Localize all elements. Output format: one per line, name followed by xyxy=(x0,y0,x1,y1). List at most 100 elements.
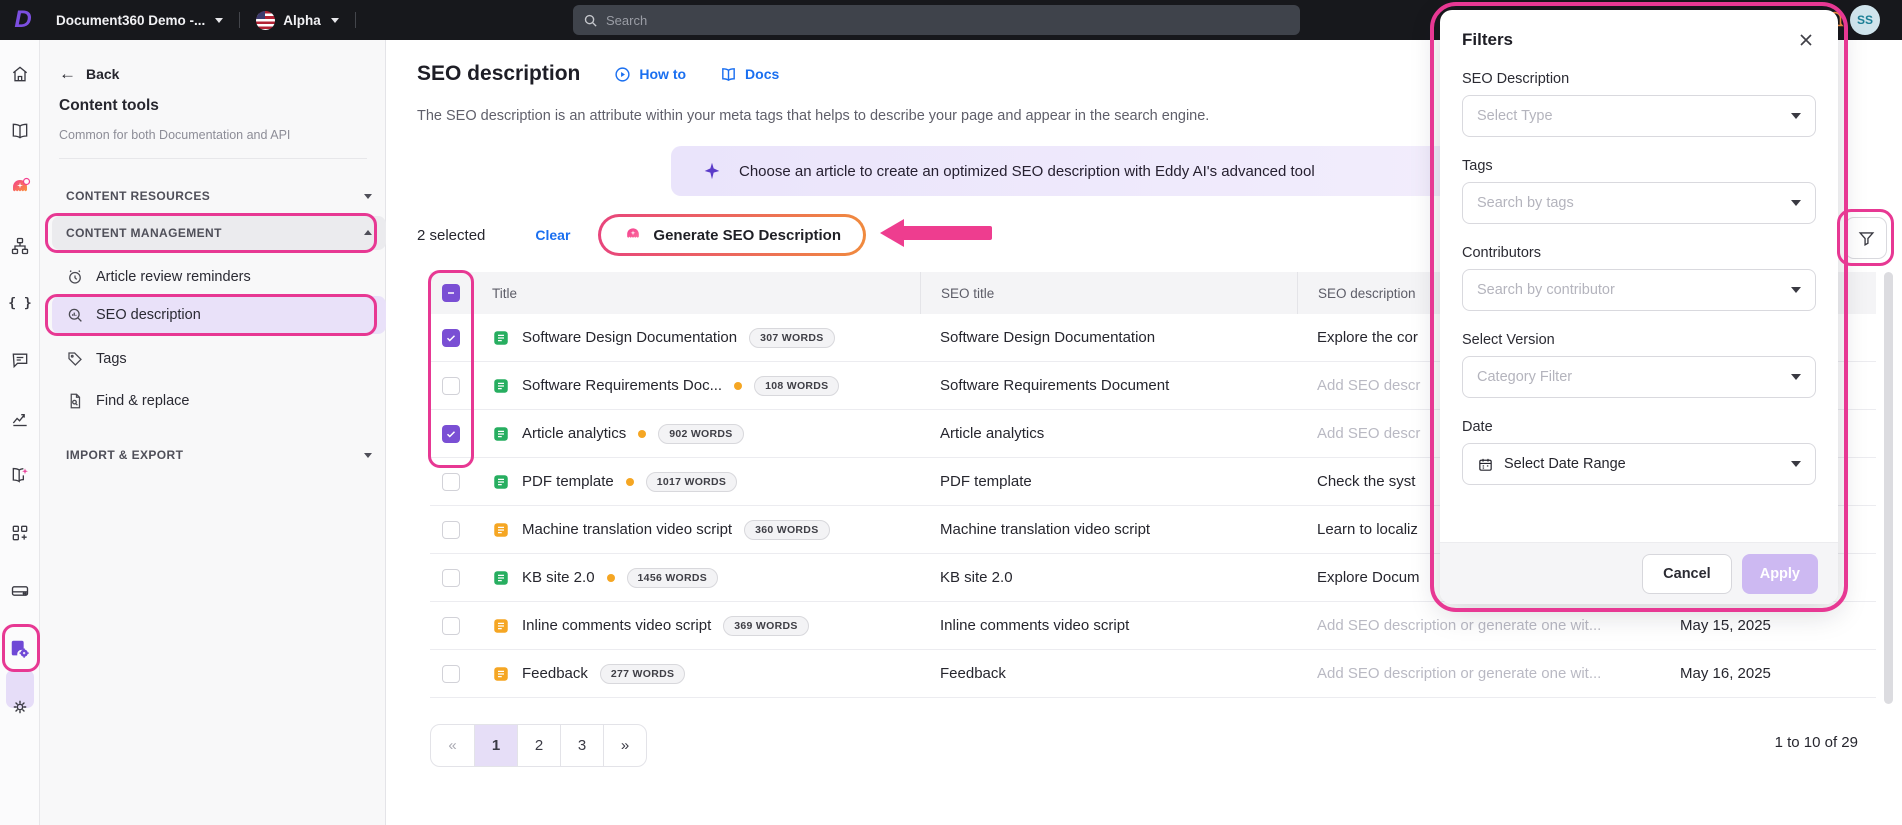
documentation-icon[interactable] xyxy=(0,111,40,151)
apply-button[interactable]: Apply xyxy=(1741,553,1818,594)
article-icon xyxy=(494,666,508,681)
word-count-badge: 360 WORDS xyxy=(744,519,830,540)
indeterminate-icon xyxy=(448,292,454,294)
filter-label-date: Date xyxy=(1462,419,1493,435)
column-header-seo-title[interactable]: SEO title xyxy=(920,272,1297,314)
table-row[interactable]: Feedback 277 WORDS Feedback Add SEO descr… xyxy=(430,650,1876,698)
alarm-clock-icon xyxy=(69,270,81,284)
section-content-management[interactable]: CONTENT MANAGEMENT xyxy=(52,216,386,250)
cancel-button[interactable]: Cancel xyxy=(1642,553,1732,594)
page-description: The SEO description is an attribute with… xyxy=(417,108,1210,124)
row-checkbox[interactable] xyxy=(442,424,460,443)
pagination-range: 1 to 10 of 29 xyxy=(1774,734,1858,751)
filter-label-contributors: Contributors xyxy=(1462,245,1541,261)
drive-icon[interactable] xyxy=(0,571,40,611)
filter-select-date-range[interactable]: Select Date Range xyxy=(1462,443,1816,485)
select-all-checkbox[interactable] xyxy=(442,284,460,302)
word-count-badge: 369 WORDS xyxy=(723,615,809,636)
close-icon[interactable] xyxy=(1796,30,1816,50)
divider xyxy=(354,12,356,28)
settings-gear-icon[interactable] xyxy=(0,687,40,727)
pagination-next[interactable]: » xyxy=(603,725,646,766)
section-import-export[interactable]: IMPORT & EXPORT xyxy=(52,438,386,472)
row-checkbox[interactable] xyxy=(442,664,460,683)
row-checkbox[interactable] xyxy=(442,568,460,587)
eddy-ai-icon xyxy=(627,228,640,238)
home-icon[interactable] xyxy=(0,54,40,94)
docs-link[interactable]: Docs xyxy=(720,66,779,83)
eddy-ai-icon[interactable] xyxy=(0,168,40,208)
pagination: « 1 2 3 » xyxy=(430,724,647,767)
calendar-icon xyxy=(1479,458,1492,471)
find-replace-icon xyxy=(70,393,81,409)
pagination-page-3[interactable]: 3 xyxy=(560,725,603,766)
pagination-page-2[interactable]: 2 xyxy=(517,725,560,766)
row-checkbox[interactable] xyxy=(442,520,460,539)
section-content-resources[interactable]: CONTENT RESOURCES xyxy=(52,179,386,213)
categories-icon[interactable] xyxy=(0,226,40,266)
sidebar-item-tags[interactable]: Tags xyxy=(52,340,386,378)
search-icon xyxy=(584,14,597,27)
article-icon xyxy=(494,378,508,393)
content-tools-icon[interactable] xyxy=(0,629,40,669)
article-icon xyxy=(494,330,508,345)
article-icon xyxy=(494,570,508,585)
back-arrow-icon: ← xyxy=(59,64,76,83)
back-button[interactable]: ← Back xyxy=(59,64,119,84)
user-avatar[interactable]: SS xyxy=(1850,5,1880,35)
unpublished-changes-dot xyxy=(606,573,615,582)
eddy-ai-banner: Choose an article to create an optimized… xyxy=(671,146,1463,196)
chevron-down-icon xyxy=(364,453,372,462)
filter-button[interactable] xyxy=(1845,217,1887,259)
sidebar-subtitle: Common for both Documentation and API xyxy=(59,128,291,142)
check-icon xyxy=(446,430,456,438)
pagination-first[interactable]: « xyxy=(431,725,474,766)
filter-select-type[interactable]: Select Type xyxy=(1462,95,1816,137)
play-circle-icon xyxy=(615,66,630,82)
annotation-arrow xyxy=(880,219,996,247)
tag-icon xyxy=(68,352,82,366)
search-input[interactable] xyxy=(606,12,1206,28)
analytics-icon[interactable] xyxy=(0,398,40,438)
clear-selection-link[interactable]: Clear xyxy=(535,227,570,243)
how-to-link[interactable]: How to xyxy=(614,66,686,83)
filter-label-seo-description: SEO Description xyxy=(1462,71,1570,87)
table-row[interactable]: Inline comments video script 369 WORDS In… xyxy=(430,602,1876,650)
generate-seo-description-button[interactable]: Generate SEO Description xyxy=(598,214,866,256)
filter-select-contributors[interactable]: Search by contributor xyxy=(1462,269,1816,311)
sidebar: ← Back Content tools Common for both Doc… xyxy=(40,40,386,825)
selected-count: 2 selected xyxy=(417,226,486,244)
feedback-icon[interactable] xyxy=(0,340,40,380)
article-icon xyxy=(494,522,508,537)
project-switcher[interactable]: Document360 Demo -... xyxy=(56,13,205,28)
chevron-down-icon xyxy=(1791,287,1801,298)
chevron-up-icon xyxy=(364,226,372,235)
kb-widget-icon[interactable] xyxy=(0,455,40,495)
row-checkbox[interactable] xyxy=(442,616,460,635)
filter-select-version[interactable]: Category Filter xyxy=(1462,356,1816,398)
unpublished-changes-dot xyxy=(625,477,634,486)
row-checkbox[interactable] xyxy=(442,328,460,347)
chevron-down-icon xyxy=(215,17,224,27)
row-checkbox[interactable] xyxy=(442,376,460,395)
page-title: SEO description xyxy=(417,62,581,85)
document360-logo-icon[interactable]: D xyxy=(10,6,36,33)
integrations-icon[interactable] xyxy=(0,513,40,553)
sidebar-item-article-review-reminders[interactable]: Article review reminders xyxy=(52,258,386,296)
column-header-title[interactable]: Title xyxy=(472,272,920,314)
sidebar-item-seo-description[interactable]: SEO description xyxy=(52,296,386,334)
funnel-icon xyxy=(1858,231,1874,246)
filter-select-tags[interactable]: Search by tags xyxy=(1462,182,1816,224)
row-checkbox[interactable] xyxy=(442,472,460,491)
global-search[interactable] xyxy=(573,5,1300,35)
vertical-scrollbar[interactable] xyxy=(1884,272,1893,704)
api-docs-icon[interactable]: { } xyxy=(0,283,40,323)
chevron-down-icon xyxy=(1791,374,1801,385)
workspace-switcher[interactable]: Alpha xyxy=(283,13,321,28)
chevron-down-icon xyxy=(1791,113,1801,124)
sidebar-item-find-replace[interactable]: Find & replace xyxy=(52,382,386,420)
unpublished-changes-dot xyxy=(638,429,647,438)
pagination-page-1[interactable]: 1 xyxy=(474,725,517,766)
seo-search-icon xyxy=(68,308,82,322)
unpublished-changes-dot xyxy=(734,381,743,390)
